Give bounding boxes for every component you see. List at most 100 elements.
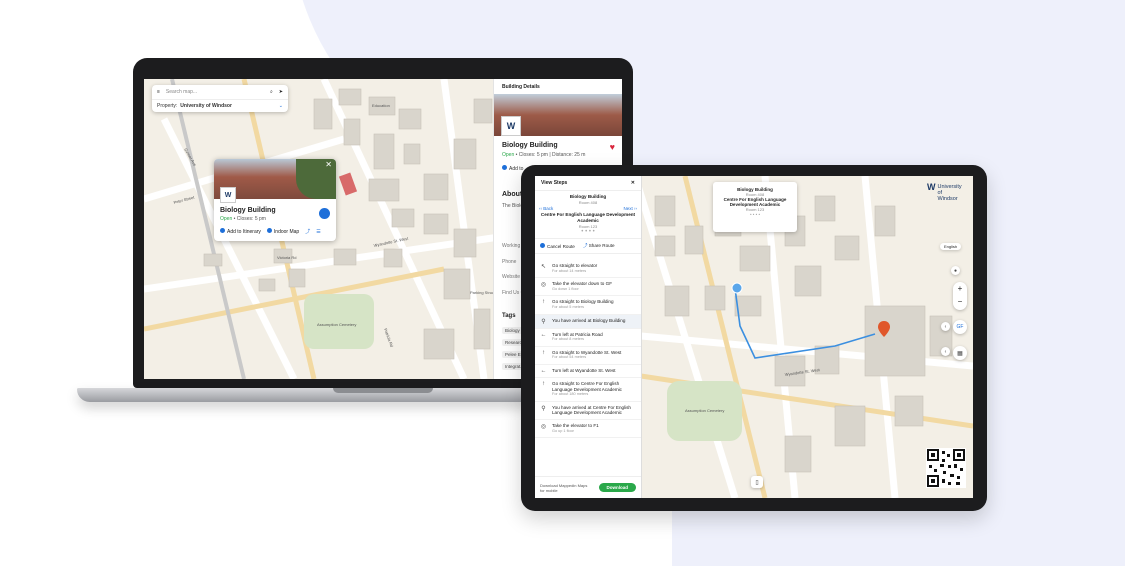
panel-header: Building Details: [494, 79, 622, 95]
next-label: Next: [623, 206, 633, 211]
search-icon[interactable]: ⌕: [270, 89, 273, 95]
floor-selector[interactable]: GF: [953, 320, 967, 334]
list-icon[interactable]: ☰: [316, 229, 320, 235]
detail-field: Phone: [502, 259, 517, 265]
search-card: ≡ Search map... ⌕ ➤ Property: University…: [152, 85, 288, 112]
toggle-switch[interactable]: ●: [951, 266, 960, 275]
mobile-icon[interactable]: ▯: [751, 476, 763, 488]
layers-icon[interactable]: ▦: [953, 346, 967, 360]
step-subtext: For about 5 meters: [552, 304, 585, 309]
favorite-heart-icon[interactable]: ♥: [610, 142, 615, 152]
cancel-route-label: Cancel Route: [547, 244, 575, 249]
plus-icon: [502, 165, 507, 170]
current-location-marker: [731, 282, 743, 294]
list-item[interactable]: ↖ Go straight to elevator For about 14 met…: [535, 260, 641, 279]
step-subtext: For about 14 meters: [552, 268, 587, 273]
list-item[interactable]: ↑ Go straight to Biology Building For abou…: [535, 296, 641, 315]
cancel-route-button[interactable]: Cancel Route: [540, 243, 575, 249]
phone-call-button[interactable]: [319, 208, 330, 219]
tablet-screen: Assumption Cemetery Wyandotte St. West V…: [535, 176, 973, 498]
property-selector[interactable]: Property: University of Windsor ⌄: [152, 100, 288, 112]
layers-icon: [266, 228, 272, 233]
list-item[interactable]: ← Turn left at Patricia Road For about 8 m…: [535, 329, 641, 347]
search-input[interactable]: Search map...: [166, 89, 264, 95]
list-item[interactable]: ⚲ You have arrived at Centre For English …: [535, 402, 641, 420]
download-prompt: Download Mappedin Maps for mobile: [540, 482, 588, 493]
laptop-notch: [333, 388, 433, 393]
menu-icon[interactable]: ≡: [157, 89, 160, 95]
step-icon: ↑: [542, 349, 545, 356]
step-text: You have arrived at Biology Building: [552, 317, 626, 323]
closes-time: • Closes: 5 pm: [232, 216, 266, 222]
list-item[interactable]: ◎ Take the elevator to F1 Go up 1 floor: [535, 420, 641, 439]
building-status: Open • Closes: 5 pm | Distance: 25 m: [502, 152, 585, 158]
open-status: Open: [502, 152, 515, 158]
chevron-left-icon[interactable]: ‹: [941, 347, 950, 356]
step-text: Turn left at Wyandotte St. West: [552, 367, 616, 373]
step-icon: ↑: [542, 380, 545, 387]
step-icon: ↖: [540, 264, 547, 270]
zoom-out-button[interactable]: −: [953, 295, 967, 308]
language-selector[interactable]: English: [940, 243, 962, 250]
open-status: Open: [220, 216, 233, 222]
list-item[interactable]: ↑ Go straight to Wyandotte St. West For ab…: [535, 347, 641, 365]
step-icon: ◎: [540, 423, 547, 430]
chevron-left-icon[interactable]: ‹: [941, 322, 950, 331]
map-label: Assumption Cemetery: [685, 408, 724, 413]
step-subtext: For about 54 meters: [552, 355, 587, 360]
popup-title: Biology Building: [220, 207, 276, 214]
property-label: Property:: [157, 103, 178, 109]
shield-icon: W: [927, 182, 936, 192]
step-icon: ◎: [540, 282, 547, 289]
zoom-in-button[interactable]: +: [953, 282, 967, 295]
step-subtext: For about 180 meters: [552, 392, 589, 397]
back-label: Back: [543, 206, 554, 211]
building-title: Biology Building: [502, 142, 558, 149]
destination-name: Centre For English Language Development …: [540, 212, 636, 223]
add-to-itinerary-button[interactable]: Add to Itinerary: [220, 228, 261, 235]
list-item[interactable]: ⚲ You have arrived at Biology Building: [535, 314, 641, 329]
step-subtext: For about 8 meters: [552, 337, 585, 342]
view-steps-panel: View Steps ✕ Biology Building Room 408 ‹…: [535, 176, 642, 498]
share-icon[interactable]: ⤴: [305, 228, 310, 235]
qr-code-pattern: [927, 449, 965, 487]
share-route-button[interactable]: ⤴ Share Route: [583, 243, 615, 249]
route-card: Biology Building Room 408 Centre For Eng…: [713, 182, 797, 232]
step-text: Go straight to Centre For English Langua…: [552, 380, 622, 392]
list-item[interactable]: ↑ Go straight to Centre For English Langu…: [535, 378, 641, 402]
step-text: Go straight to elevator: [552, 263, 598, 268]
list-item[interactable]: ← Turn left at Wyandotte St. West: [535, 365, 641, 378]
zoom-control[interactable]: + −: [953, 282, 967, 310]
list-item[interactable]: ◎ Take the elevator down to GF Go down 1 f…: [535, 278, 641, 297]
download-button[interactable]: Download: [598, 483, 636, 492]
tag-chip[interactable]: Biology: [502, 327, 523, 334]
step-text: Go straight to Wyandotte St. West: [552, 349, 622, 355]
popup-status: Open • Closes: 5 pm: [220, 216, 266, 222]
step-icon: ←: [540, 367, 547, 374]
university-logo: W: [501, 116, 521, 136]
step-text: Go straight to Biology Building: [552, 299, 614, 305]
step-text: You have arrived at Centre For English L…: [552, 404, 631, 416]
brand-name: University of Windsor: [937, 184, 962, 202]
directions-icon[interactable]: ➤: [279, 89, 283, 95]
step-icon: ⚲: [541, 318, 546, 325]
step-subtext: Go down 1 floor: [552, 286, 579, 291]
close-icon[interactable]: ✕: [325, 160, 332, 169]
detail-field: Working: [502, 243, 521, 249]
add-button[interactable]: Add to: [502, 165, 523, 172]
close-icon[interactable]: ✕: [631, 180, 635, 186]
popup-actions: Add to Itinerary Indoor Map ⤴ ☰: [220, 228, 321, 235]
route-summary: Biology Building Room 408 ‹‹ Back Next ›…: [535, 191, 641, 235]
step-text: Take the elevator to F1: [552, 422, 599, 428]
university-logo: W: [220, 187, 236, 203]
step-subtext: Go up 1 floor: [552, 428, 574, 433]
plus-icon: [220, 228, 225, 233]
indoor-map-label: Indoor Map: [273, 229, 300, 235]
add-to-itinerary-label: Add to Itinerary: [227, 229, 261, 235]
indoor-map-button[interactable]: Indoor Map: [266, 228, 300, 235]
pagination-dots: • • • •: [749, 212, 761, 217]
about-heading: About: [502, 191, 523, 198]
steps-title: View Steps: [541, 180, 568, 186]
route-actions: Cancel Route ⤴ Share Route: [535, 238, 641, 254]
map-label: Assumption Cemetery: [317, 322, 356, 327]
